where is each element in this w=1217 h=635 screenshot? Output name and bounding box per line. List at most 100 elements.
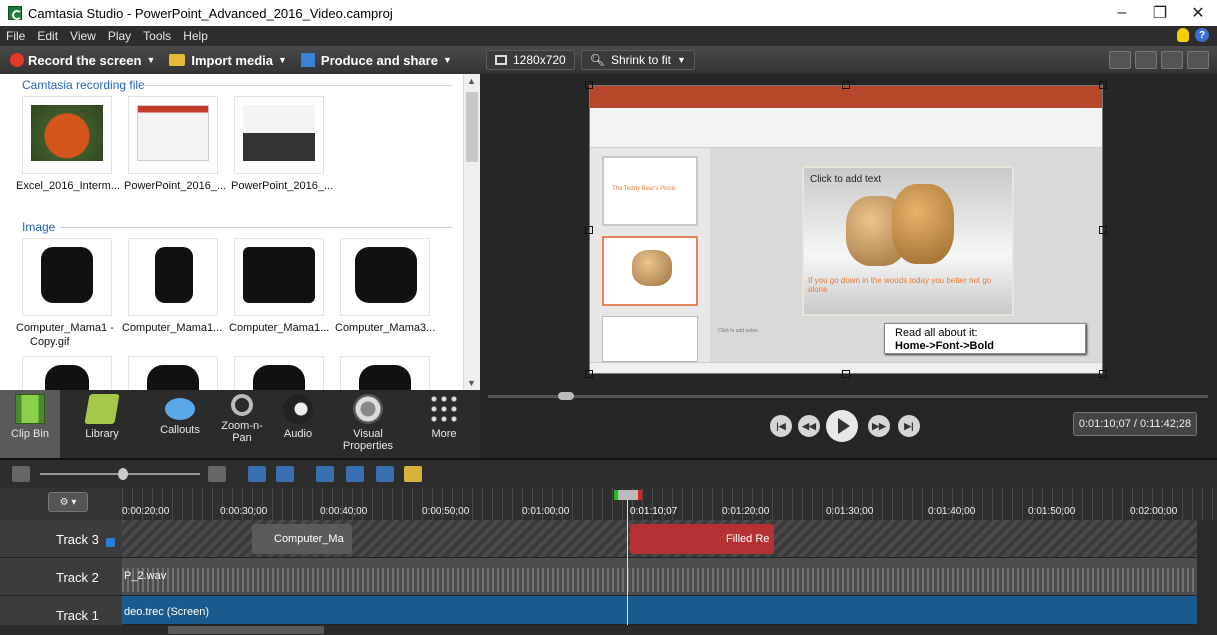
tab-library[interactable]: Library bbox=[60, 390, 144, 458]
tab-callouts[interactable]: Callouts bbox=[144, 390, 216, 458]
chevron-down-icon: ▼ bbox=[146, 55, 156, 65]
cut-icon[interactable] bbox=[316, 466, 334, 482]
copy-icon[interactable] bbox=[376, 466, 394, 482]
clip-bin-scrollbar[interactable]: ▲ ▼ bbox=[463, 74, 480, 390]
playhead-handle[interactable] bbox=[614, 490, 642, 500]
slide-thumbnail-selected bbox=[602, 236, 698, 306]
track-header[interactable]: Track 3 bbox=[0, 520, 122, 558]
image-thumb[interactable] bbox=[234, 238, 324, 316]
tab-zoom-n-pan[interactable]: Zoom-n- Pan bbox=[216, 390, 268, 458]
ppt-thumbnail bbox=[137, 105, 209, 161]
record-screen-button[interactable]: Record the screen ▼ bbox=[28, 53, 155, 68]
lock-icon[interactable] bbox=[106, 538, 115, 547]
record-screen-label: Record the screen bbox=[28, 52, 142, 68]
minimize-button[interactable]: – bbox=[1103, 0, 1141, 26]
timeline-horizontal-scrollbar[interactable] bbox=[0, 625, 1217, 635]
image-thumb[interactable] bbox=[22, 238, 112, 316]
scrollbar-thumb[interactable] bbox=[466, 92, 478, 162]
clip-label: Computer_Ma bbox=[274, 533, 344, 545]
redo-icon[interactable] bbox=[276, 466, 294, 482]
cartoon-thumbnail bbox=[155, 247, 193, 303]
close-button[interactable]: ✕ bbox=[1179, 0, 1217, 26]
resize-handle[interactable] bbox=[842, 370, 850, 378]
tab-more[interactable]: More bbox=[408, 390, 480, 458]
menu-file[interactable]: File bbox=[6, 29, 25, 43]
image-thumb[interactable] bbox=[340, 356, 430, 390]
play-button[interactable] bbox=[826, 410, 858, 442]
split-icon[interactable] bbox=[346, 466, 364, 482]
skip-start-icon[interactable]: |◀ bbox=[770, 415, 792, 437]
menu-help[interactable]: Help bbox=[183, 29, 208, 43]
image-thumb[interactable] bbox=[128, 356, 218, 390]
track-3-lane[interactable]: Computer_Ma Filled Re bbox=[122, 520, 1197, 558]
image-thumb[interactable] bbox=[340, 238, 430, 316]
edit-mode-icon[interactable] bbox=[1109, 51, 1131, 69]
cartoon-thumbnail bbox=[45, 365, 89, 390]
timeline-clip[interactable]: Filled Re bbox=[630, 524, 774, 554]
tab-visual-properties[interactable]: Visual Properties bbox=[328, 390, 408, 458]
menu-view[interactable]: View bbox=[70, 29, 96, 43]
scroll-up-icon[interactable]: ▲ bbox=[467, 76, 476, 86]
zoom-out-icon[interactable] bbox=[12, 466, 30, 482]
chevron-down-icon: ▼ bbox=[277, 55, 287, 65]
clip-thumb[interactable] bbox=[234, 96, 324, 174]
scroll-down-icon[interactable]: ▼ bbox=[467, 378, 476, 388]
image-label-line2: Copy.gif bbox=[30, 336, 70, 348]
paste-icon[interactable] bbox=[404, 466, 422, 482]
resolution-button[interactable]: 1280x720 bbox=[486, 50, 575, 70]
zoom-slider-knob[interactable] bbox=[118, 468, 128, 480]
detach-preview-icon[interactable] bbox=[1187, 51, 1209, 69]
resize-handle[interactable] bbox=[1099, 81, 1107, 89]
zoom-dropdown[interactable]: 🔍︎ Shrink to fit ▼ bbox=[580, 50, 695, 70]
seek-knob[interactable] bbox=[558, 392, 574, 400]
import-media-button[interactable]: Import media ▼ bbox=[169, 53, 287, 68]
resize-handle[interactable] bbox=[1099, 226, 1107, 234]
produce-share-button[interactable]: Produce and share ▼ bbox=[300, 53, 452, 68]
help-icon[interactable]: ? bbox=[1195, 28, 1209, 42]
fast-forward-icon[interactable]: ▶▶ bbox=[868, 415, 890, 437]
timeline-clip[interactable]: Computer_Ma bbox=[252, 524, 352, 554]
resize-handle[interactable] bbox=[1099, 370, 1107, 378]
scrollbar-thumb[interactable] bbox=[168, 626, 324, 634]
clip-label: PowerPoint_2016_... bbox=[231, 180, 334, 192]
clip-thumb[interactable] bbox=[128, 96, 218, 174]
pan-hand-icon[interactable] bbox=[1135, 51, 1157, 69]
tab-clip-bin[interactable]: Clip Bin bbox=[0, 390, 60, 458]
produce-icon bbox=[300, 53, 315, 67]
clip-thumb[interactable] bbox=[22, 96, 112, 174]
track-1-lane[interactable]: deo.trec (Screen) bbox=[122, 596, 1197, 625]
cartoon-thumbnail bbox=[41, 247, 93, 303]
menu-play[interactable]: Play bbox=[108, 29, 131, 43]
resize-handle[interactable] bbox=[585, 370, 593, 378]
folder-icon bbox=[84, 394, 120, 424]
resize-handle[interactable] bbox=[585, 226, 593, 234]
track-settings-button[interactable]: ⚙ ▾ bbox=[48, 492, 88, 512]
callout-textbox[interactable]: Read all about it: Home->Font->Bold bbox=[884, 323, 1086, 354]
magnifier-icon bbox=[231, 394, 253, 416]
seek-bar[interactable] bbox=[488, 395, 1208, 398]
rewind-icon[interactable]: ◀◀ bbox=[798, 415, 820, 437]
menu-tools[interactable]: Tools bbox=[143, 29, 171, 43]
track-2-lane[interactable]: P_2.wav bbox=[122, 558, 1197, 596]
tab-audio[interactable]: Audio bbox=[268, 390, 328, 458]
image-thumb[interactable] bbox=[234, 356, 324, 390]
view-mode-buttons bbox=[1109, 51, 1209, 69]
crop-icon[interactable] bbox=[1161, 51, 1183, 69]
slide-placeholder-text: Click to add text bbox=[810, 174, 882, 185]
undo-icon[interactable] bbox=[248, 466, 266, 482]
menu-edit[interactable]: Edit bbox=[37, 29, 58, 43]
skip-end-icon[interactable]: ▶| bbox=[898, 415, 920, 437]
zoom-in-icon[interactable] bbox=[208, 466, 226, 482]
clip-label: deo.trec (Screen) bbox=[124, 606, 209, 618]
track-header[interactable]: Track 2 bbox=[0, 558, 122, 596]
image-thumb[interactable] bbox=[128, 238, 218, 316]
lightbulb-icon[interactable] bbox=[1177, 28, 1189, 42]
restore-button[interactable]: ❐ bbox=[1141, 0, 1179, 26]
resize-handle[interactable] bbox=[585, 81, 593, 89]
tab-label: Zoom-n- Pan bbox=[221, 420, 263, 444]
ruler-tick-label: 0:00:20;00 bbox=[122, 506, 170, 517]
timeline-vertical-scrollbar[interactable] bbox=[1197, 520, 1217, 630]
image-thumb[interactable] bbox=[22, 356, 112, 390]
resize-handle[interactable] bbox=[842, 81, 850, 89]
cartoon-thumbnail bbox=[243, 247, 315, 303]
